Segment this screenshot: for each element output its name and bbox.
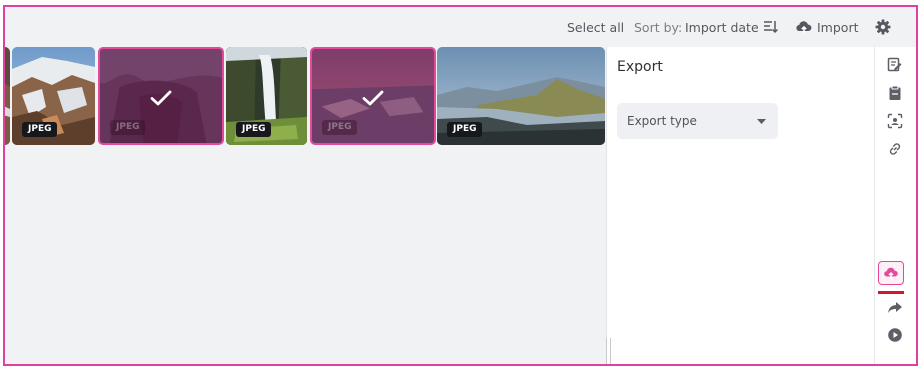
right-tool-rail xyxy=(874,47,916,364)
gear-icon[interactable] xyxy=(874,18,892,36)
photo-thumbnail[interactable]: JPEG xyxy=(12,47,95,145)
photo-thumbnail[interactable]: JPEG xyxy=(226,47,307,145)
share-icon[interactable] xyxy=(887,299,903,315)
face-scan-icon[interactable] xyxy=(887,113,903,129)
cloud-upload-icon[interactable] xyxy=(796,20,812,34)
active-tool-indicator xyxy=(878,291,904,294)
panel-title: Export xyxy=(617,59,663,75)
photo-thumbnail-selected[interactable]: JPEG xyxy=(310,47,436,145)
select-all-button[interactable]: Select all xyxy=(567,20,624,36)
photo-filmstrip: JPEG JPEG JPEG JPEG JPEG xyxy=(5,47,605,145)
file-type-badge: JPEG xyxy=(447,122,483,137)
caret-down-icon xyxy=(757,119,766,124)
checkmark-icon xyxy=(150,90,172,106)
export-type-dropdown[interactable]: Export type xyxy=(617,103,778,139)
photo-thumbnail-partial[interactable] xyxy=(5,47,10,145)
top-toolbar: Select all Sort by: Import date Import xyxy=(5,7,916,47)
export-tool-button[interactable] xyxy=(878,261,904,285)
cloud-upload-icon xyxy=(884,267,898,279)
file-type-badge: JPEG xyxy=(110,120,146,135)
file-type-badge: JPEG xyxy=(236,122,272,137)
app-window: Select all Sort by: Import date Import J… xyxy=(3,5,918,366)
clipboard-icon[interactable] xyxy=(887,85,903,101)
photo-thumbnail[interactable]: JPEG xyxy=(437,47,605,145)
import-button[interactable]: Import xyxy=(817,20,859,36)
export-type-placeholder: Export type xyxy=(627,114,697,128)
sort-direction-icon[interactable] xyxy=(763,19,779,35)
play-icon[interactable] xyxy=(887,327,903,343)
checkmark-icon xyxy=(362,90,384,106)
link-icon[interactable] xyxy=(887,141,903,157)
edit-icon[interactable] xyxy=(887,57,903,73)
file-type-badge: JPEG xyxy=(22,122,58,137)
sort-by-label: Sort by: xyxy=(634,20,683,35)
file-type-badge: JPEG xyxy=(322,120,358,135)
photo-thumbnail-selected[interactable]: JPEG xyxy=(98,47,224,145)
panel-resize-handle[interactable] xyxy=(606,338,611,364)
export-panel: Export Export type xyxy=(606,47,874,364)
sort-by-dropdown[interactable]: Import date xyxy=(685,20,759,36)
